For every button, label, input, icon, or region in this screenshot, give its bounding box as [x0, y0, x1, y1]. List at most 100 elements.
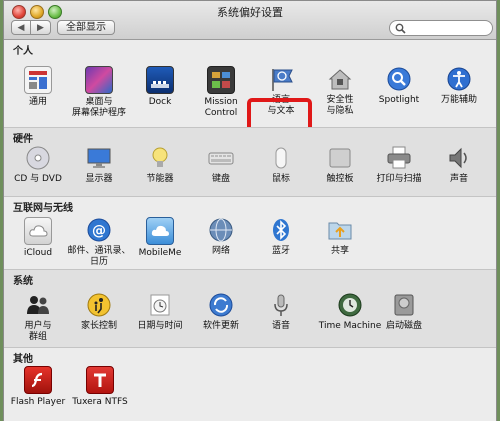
mouse-icon — [268, 145, 294, 171]
pane-speech[interactable]: 语音 — [249, 292, 313, 332]
icloud-icon — [24, 217, 52, 245]
general-icon — [24, 66, 52, 94]
pane-mobileme[interactable]: MobileMe — [128, 217, 192, 259]
pane-label: 软件更新 — [202, 321, 239, 331]
pane-label: 安全性 与隐私 — [326, 95, 354, 116]
section-label: 硬件 — [13, 134, 33, 145]
sharing-folder-icon — [327, 217, 353, 243]
section-label: 互联网与无线 — [13, 203, 73, 214]
pane-software-update[interactable]: 软件更新 — [189, 292, 253, 332]
pane-label: 家长控制 — [80, 321, 117, 331]
spotlight-icon — [386, 66, 412, 92]
pane-label: 显示器 — [85, 174, 113, 184]
pane-label: 用户与 群组 — [24, 321, 52, 342]
trackpad-icon — [327, 145, 353, 171]
pane-cd-dvd[interactable]: CD 与 DVD — [6, 145, 70, 185]
pane-mouse[interactable]: 鼠标 — [249, 145, 313, 185]
parental-controls-icon — [86, 292, 112, 318]
software-update-icon — [208, 292, 234, 318]
microphone-icon — [268, 292, 294, 318]
section-other: 其他 Flash Player Tuxera NTFS — [4, 348, 496, 421]
pane-label: 打印与扫描 — [376, 174, 422, 184]
search-field[interactable] — [389, 20, 493, 36]
section-internet-wireless: 互联网与无线 iCloud @ 邮件、通讯录、 日历 MobileMe 网络 蓝… — [4, 197, 496, 269]
clock-calendar-icon — [147, 292, 173, 318]
pane-general[interactable]: 通用 — [6, 66, 70, 108]
pane-users-groups[interactable]: 用户与 群组 — [6, 292, 70, 343]
pane-tuxera-ntfs[interactable]: Tuxera NTFS — [66, 366, 134, 408]
pane-mission-control[interactable]: Mission Control — [189, 66, 253, 119]
pane-security-privacy[interactable]: 安全性 与隐私 — [308, 66, 372, 117]
speaker-icon — [446, 145, 472, 171]
mobileme-icon — [146, 217, 174, 245]
pane-network[interactable]: 网络 — [189, 217, 253, 257]
at-sign-icon: @ — [86, 217, 112, 243]
pane-label: 键盘 — [211, 174, 230, 184]
pane-bluetooth[interactable]: 蓝牙 — [249, 217, 313, 257]
pane-keyboard[interactable]: 键盘 — [189, 145, 253, 185]
display-icon — [86, 145, 112, 171]
pane-sharing[interactable]: 共享 — [308, 217, 372, 257]
back-arrow-icon: ◀ — [17, 22, 25, 33]
globe-network-icon — [208, 217, 234, 243]
pane-flash-player[interactable]: Flash Player — [6, 366, 70, 408]
pane-dock[interactable]: Dock — [128, 66, 192, 108]
nav-buttons: ◀ ▶ — [11, 20, 51, 35]
pane-label: Tuxera NTFS — [72, 397, 128, 407]
printer-icon — [386, 145, 412, 171]
cd-dvd-icon — [25, 145, 51, 171]
window-title: 系统偏好设置 — [217, 6, 283, 19]
titlebar: 系统偏好设置 ◀ ▶ 全部显示 — [4, 1, 496, 40]
pane-universal-access[interactable]: 万能辅助 — [427, 66, 491, 106]
tuxera-icon — [86, 366, 114, 394]
pane-energy-saver[interactable]: 节能器 — [128, 145, 192, 185]
pane-label: 万能辅助 — [440, 95, 477, 105]
pane-date-time[interactable]: 日期与时间 — [128, 292, 192, 332]
lightbulb-icon — [147, 145, 173, 171]
search-icon — [395, 23, 406, 34]
flash-icon — [24, 366, 52, 394]
pane-sound[interactable]: 声音 — [427, 145, 491, 185]
forward-arrow-icon: ▶ — [37, 22, 44, 33]
pane-label: CD 与 DVD — [14, 174, 62, 184]
pane-displays[interactable]: 显示器 — [67, 145, 131, 185]
pane-icloud[interactable]: iCloud — [6, 217, 70, 259]
svg-text:@: @ — [92, 223, 106, 239]
pane-label: 语音 — [271, 321, 290, 331]
time-machine-icon — [337, 292, 363, 318]
section-system: 系统 用户与 群组 家长控制 日期与时间 软件更新 语音 Time Machin… — [4, 270, 496, 347]
pane-print-scan[interactable]: 打印与扫描 — [367, 145, 431, 185]
pane-label: Flash Player — [10, 397, 66, 407]
section-label: 个人 — [13, 46, 33, 57]
section-hardware: 硬件 CD 与 DVD 显示器 节能器 键盘 鼠标 触控板 打印与扫描 声音 — [4, 128, 496, 196]
show-all-button[interactable]: 全部显示 — [57, 20, 115, 35]
pane-label: 邮件、通讯录、 日历 — [67, 246, 131, 267]
pane-label: 声音 — [449, 174, 468, 184]
pane-label: 鼠标 — [271, 174, 290, 184]
forward-button[interactable]: ▶ — [31, 20, 51, 35]
pane-trackpad[interactable]: 触控板 — [308, 145, 372, 185]
users-icon — [25, 292, 51, 318]
pane-label: Dock — [148, 97, 172, 107]
pane-desktop-screensaver[interactable]: 桌面与 屏幕保护程序 — [67, 66, 131, 119]
dock-icon — [146, 66, 174, 94]
pane-label: 节能器 — [146, 174, 174, 184]
pane-label: 启动磁盘 — [385, 321, 422, 331]
pane-startup-disk[interactable]: 启动磁盘 — [372, 292, 436, 332]
mission-control-icon — [207, 66, 235, 94]
pane-label: 日期与时间 — [137, 321, 183, 331]
pane-label: iCloud — [23, 248, 53, 258]
pane-parental-controls[interactable]: 家长控制 — [67, 292, 131, 332]
bluetooth-icon — [268, 217, 294, 243]
pane-mail-contacts-calendars[interactable]: @ 邮件、通讯录、 日历 — [67, 217, 131, 268]
section-label: 系统 — [13, 276, 33, 287]
keyboard-icon — [208, 145, 234, 171]
pane-label: MobileMe — [138, 248, 182, 258]
pane-label: 蓝牙 — [271, 246, 290, 256]
pane-label: Spotlight — [378, 95, 420, 105]
section-personal: 个人 通用 桌面与 屏幕保护程序 Dock Mission Control 语言… — [4, 40, 496, 167]
universal-access-icon — [446, 66, 472, 92]
back-button[interactable]: ◀ — [11, 20, 31, 35]
pane-spotlight[interactable]: Spotlight — [367, 66, 431, 106]
pane-label: 桌面与 屏幕保护程序 — [71, 97, 126, 118]
